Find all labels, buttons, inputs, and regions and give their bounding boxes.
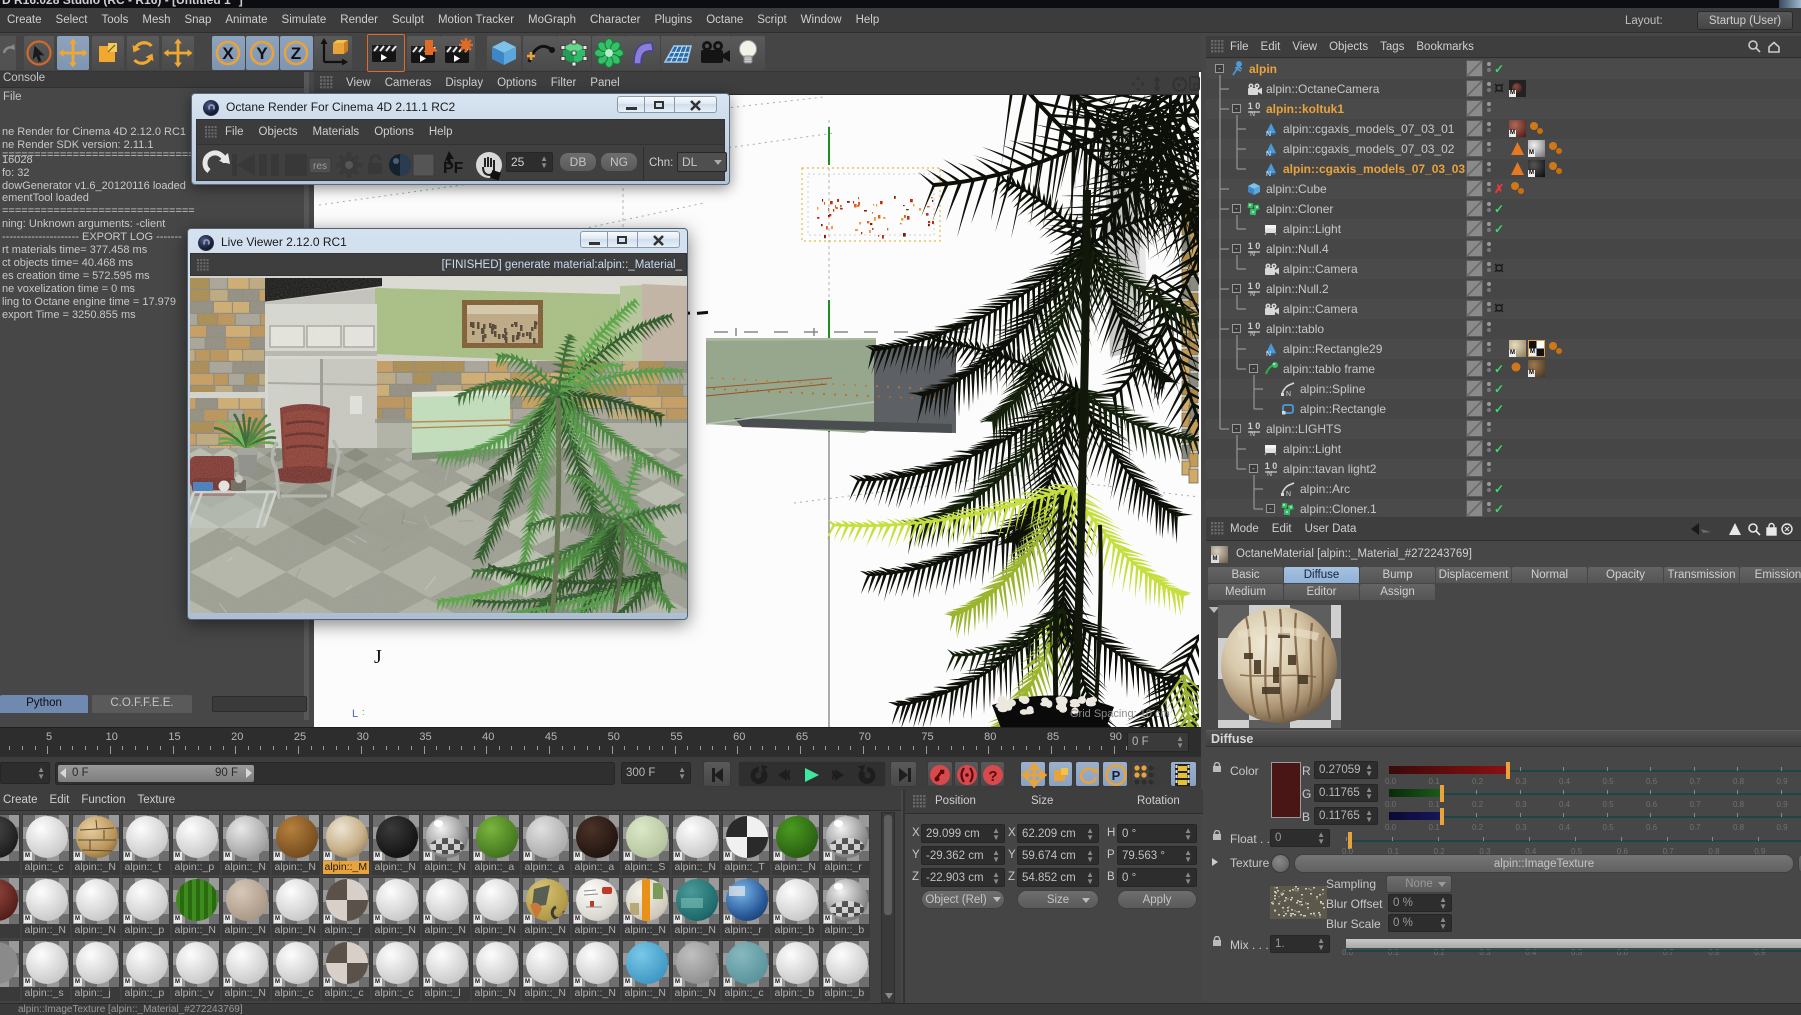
svg-text:Z: Z: [291, 44, 301, 63]
svg-text:PF: PF: [443, 160, 464, 177]
svg-text::: :: [362, 707, 365, 717]
svg-text:Y: Y: [256, 44, 268, 63]
svg-text:L: L: [352, 708, 358, 720]
svg-text:Grid Spacing: 10 cm: Grid Spacing: 10 cm: [1070, 708, 1170, 720]
svg-text:J: J: [374, 646, 382, 668]
svg-text:X: X: [222, 44, 234, 63]
svg-text:res: res: [313, 161, 327, 172]
svg-text:?: ?: [988, 768, 997, 785]
svg-text:P: P: [1112, 768, 1121, 783]
